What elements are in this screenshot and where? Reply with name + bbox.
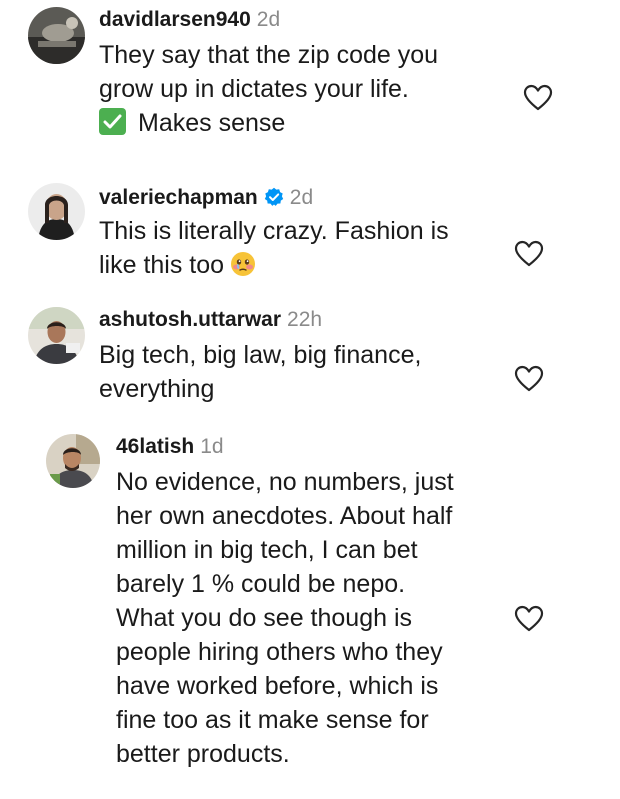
comment-text-line: This is literally crazy. Fashion is <box>99 217 449 245</box>
like-heart-icon[interactable] <box>514 605 544 633</box>
comment-text-line: like this too <box>99 251 225 279</box>
check-mark-emoji <box>99 108 126 135</box>
comment-timestamp: 2d <box>256 8 281 31</box>
comment-text-line: her own anecdotes. About half <box>116 502 453 530</box>
comment-text-line: No evidence, no numbers, just <box>116 468 454 496</box>
comment-timestamp: 22h <box>287 308 323 331</box>
comment-text-line: everything <box>99 375 215 403</box>
like-heart-icon[interactable] <box>514 365 544 393</box>
comment-timestamp: 1d <box>200 435 224 458</box>
comment-text: This is literally crazy. Fashion is like… <box>99 214 449 282</box>
comment-text-line: better products. <box>116 740 290 768</box>
comment-username[interactable]: ashutosh.uttarwar <box>99 308 281 332</box>
comment-text-line: people hiring others who they <box>116 638 443 666</box>
like-heart-icon[interactable] <box>514 240 544 268</box>
avatar[interactable] <box>28 307 85 364</box>
comment-username[interactable]: valeriechapman <box>99 186 258 210</box>
comment-text-line: fine too as it make sense for <box>116 706 429 734</box>
comment-username[interactable]: 46latish <box>116 435 194 459</box>
comment-timestamp: 2d <box>289 186 314 209</box>
comment-text-line: Makes sense <box>138 109 286 137</box>
comment-text-line: What you do see though is <box>116 604 413 632</box>
comment-username[interactable]: davidlarsen940 <box>99 8 251 32</box>
comment-text: They say that the zip code you grow up i… <box>99 38 438 140</box>
comment-text: No evidence, no numbers, just her own an… <box>116 465 454 771</box>
avatar[interactable] <box>46 434 100 488</box>
comment-text-line: grow up in dictates your life. <box>99 75 409 103</box>
comment-text-line: Big tech, big law, big finance, <box>99 341 422 369</box>
avatar[interactable] <box>28 7 85 64</box>
comment-text: Big tech, big law, big finance, everythi… <box>99 338 421 406</box>
comment-text-line: barely 1 % could be nepo. <box>116 570 406 598</box>
comment-text-line: million in big tech, I can bet <box>116 536 418 564</box>
avatar[interactable] <box>28 183 85 240</box>
comment-text-line: They say that the zip code you <box>99 41 439 69</box>
comment-text-line: have worked before, which is <box>116 672 439 700</box>
like-heart-icon[interactable] <box>523 84 553 112</box>
verified-badge-icon <box>264 187 284 207</box>
face-holding-back-tears-emoji <box>230 251 256 277</box>
